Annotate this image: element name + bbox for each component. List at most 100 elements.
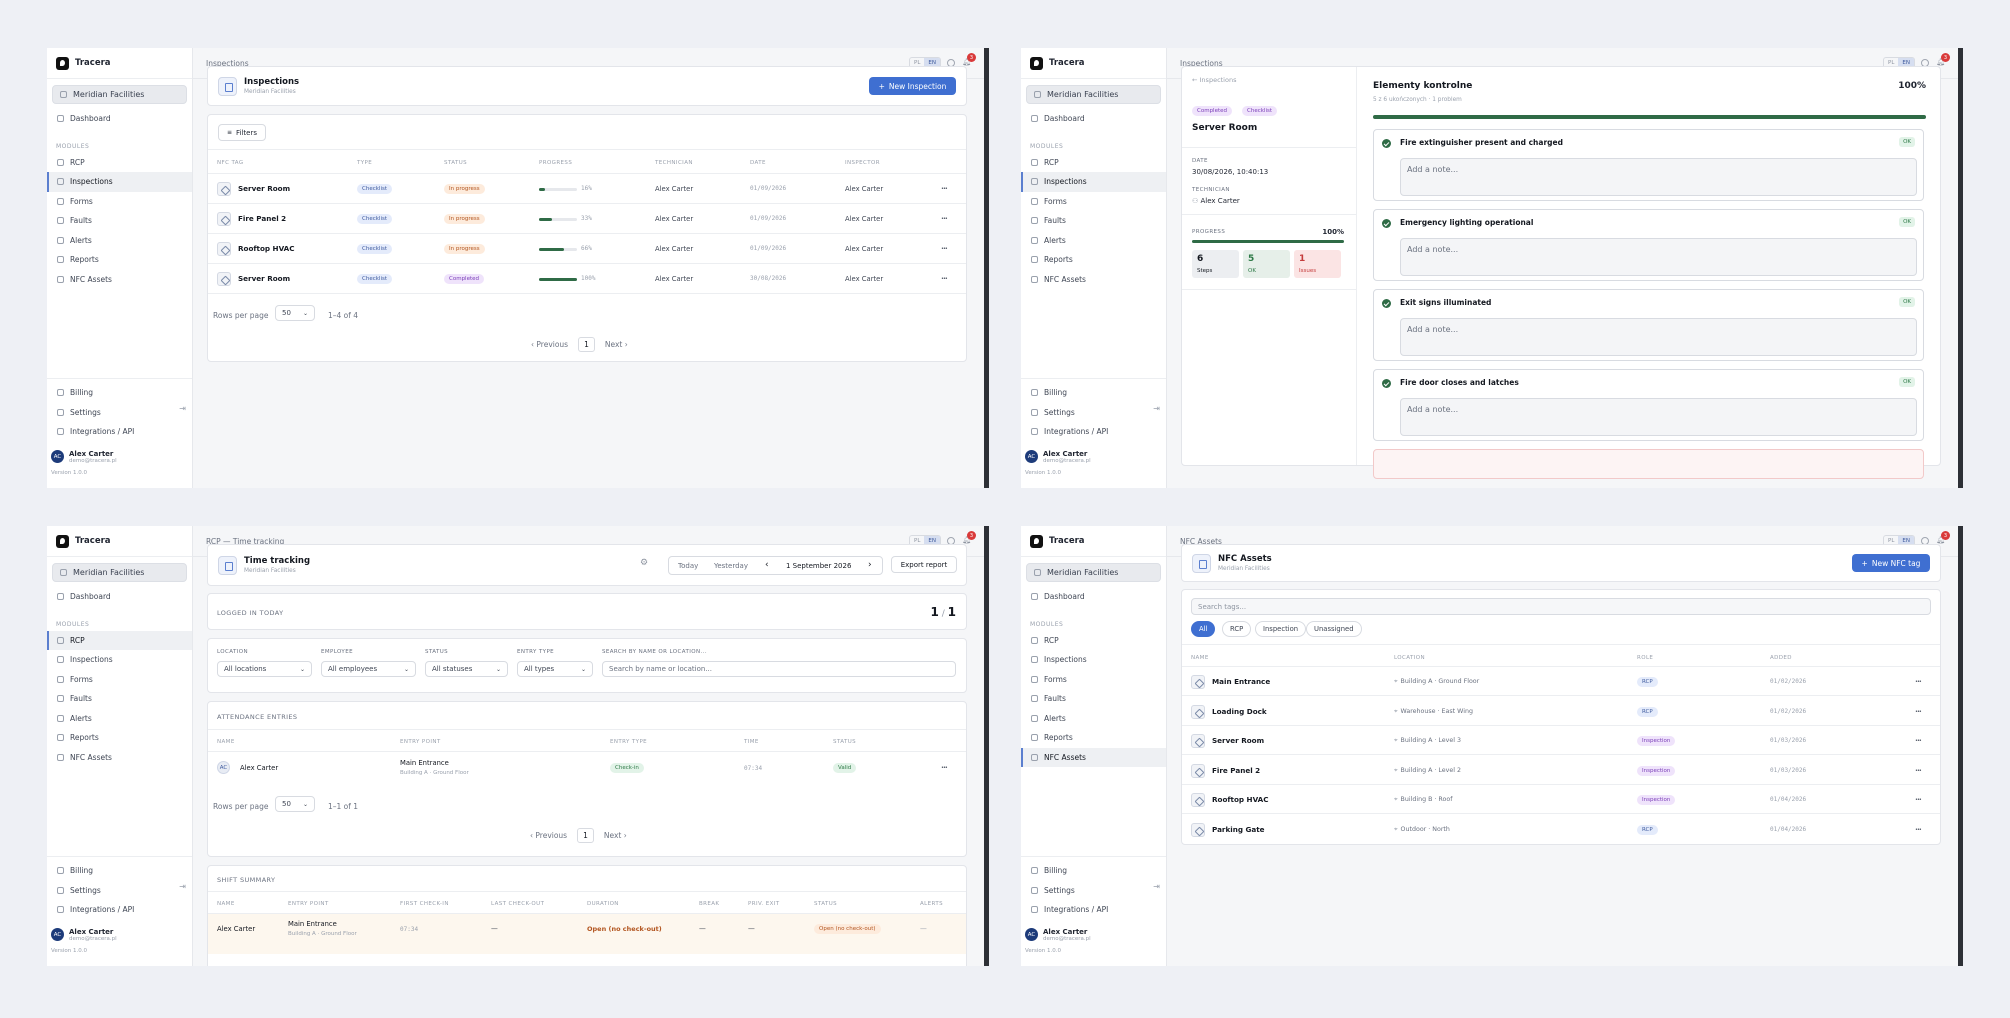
more-actions-icon[interactable]: ••• bbox=[1915, 679, 1922, 685]
more-actions-icon[interactable]: ••• bbox=[1915, 797, 1922, 803]
logo[interactable]: Tracera bbox=[1021, 48, 1166, 79]
table-row[interactable]: Server Room Checklist In progress 16% Alex C… bbox=[208, 174, 966, 204]
nav-faults[interactable]: Faults bbox=[47, 689, 192, 709]
more-actions-icon[interactable]: ••• bbox=[941, 216, 948, 222]
scrollbar[interactable] bbox=[1958, 48, 1963, 488]
nav-forms[interactable]: Forms bbox=[47, 192, 192, 212]
more-actions-icon[interactable]: ••• bbox=[1915, 827, 1922, 833]
nav-nfc-assets[interactable]: NFC Assets bbox=[1021, 270, 1166, 290]
nav-settings[interactable]: Settings bbox=[1021, 881, 1166, 901]
nav-reports[interactable]: Reports bbox=[1021, 728, 1166, 748]
nav-billing[interactable]: Billing bbox=[47, 383, 192, 403]
logout-icon[interactable]: ⇥ bbox=[1153, 882, 1160, 891]
scrollbar[interactable] bbox=[1958, 526, 1963, 966]
nav-nfc-assets[interactable]: NFC Assets bbox=[1021, 747, 1166, 767]
table-row[interactable]: Parking Gate ⌖ Outdoor · North RCP 01/04/202… bbox=[1182, 815, 1940, 844]
yesterday-button[interactable]: Yesterday bbox=[714, 562, 748, 570]
entry-type-select[interactable]: All types ⌄ bbox=[517, 661, 593, 677]
nav-reports[interactable]: Reports bbox=[1021, 250, 1166, 270]
organization-switcher[interactable]: Meridian Facilities bbox=[1026, 85, 1161, 104]
note-input[interactable]: Add a note... bbox=[1400, 158, 1917, 196]
note-input[interactable]: Add a note... bbox=[1400, 238, 1917, 276]
filter-chip-inspection[interactable]: Inspection bbox=[1255, 621, 1307, 637]
logo[interactable]: Tracera bbox=[47, 48, 192, 79]
user-profile[interactable]: AC Alex Carter demo@tracera.pl bbox=[1021, 920, 1166, 942]
scrollbar[interactable] bbox=[984, 526, 989, 966]
organization-switcher[interactable]: Meridian Facilities bbox=[52, 85, 187, 104]
nav-forms[interactable]: Forms bbox=[1021, 670, 1166, 690]
nav-inspections[interactable]: Inspections bbox=[47, 650, 192, 670]
filter-chip-rcp[interactable]: RCP bbox=[1222, 621, 1252, 637]
table-row[interactable]: AC Alex Carter Main Entrance Building A · G… bbox=[208, 752, 966, 786]
export-report-button[interactable]: Export report bbox=[891, 556, 957, 573]
nav-nfc-assets[interactable]: NFC Assets bbox=[47, 748, 192, 768]
table-row[interactable]: Fire Panel 2 ⌖ Building A · Level 2 Inspect… bbox=[1182, 756, 1940, 785]
employee-select[interactable]: All employees ⌄ bbox=[321, 661, 416, 677]
nav-billing[interactable]: Billing bbox=[1021, 383, 1166, 403]
filter-chip-all[interactable]: All bbox=[1191, 621, 1216, 637]
nav-integrations-api[interactable]: Integrations / API bbox=[1021, 422, 1166, 442]
chevron-right-icon[interactable]: › bbox=[868, 560, 872, 570]
nav-alerts[interactable]: Alerts bbox=[47, 231, 192, 251]
table-row[interactable]: Rooftop HVAC ⌖ Building B · Roof Inspection… bbox=[1182, 785, 1940, 814]
nav-rcp[interactable]: RCP bbox=[47, 630, 192, 650]
page-number[interactable]: 1 bbox=[577, 828, 594, 843]
more-actions-icon[interactable]: ••• bbox=[1915, 709, 1922, 715]
table-row[interactable]: Fire Panel 2 Checklist In progress 33% Alex … bbox=[208, 204, 966, 234]
settings-icon[interactable]: ⚙ bbox=[640, 558, 648, 568]
rows-per-page-select[interactable]: 50 ⌄ bbox=[275, 796, 315, 812]
nav-integrations-api[interactable]: Integrations / API bbox=[47, 900, 192, 920]
nav-inspections[interactable]: Inspections bbox=[1021, 650, 1166, 670]
search-tags-input[interactable]: Search tags... bbox=[1191, 598, 1931, 615]
new-inspection-button[interactable]: + New Inspection bbox=[869, 77, 956, 95]
nav-billing[interactable]: Billing bbox=[47, 861, 192, 881]
nav-faults[interactable]: Faults bbox=[1021, 689, 1166, 709]
back-link[interactable]: ← Inspections bbox=[1192, 76, 1236, 84]
nav-inspections[interactable]: Inspections bbox=[47, 172, 192, 192]
summary-row[interactable]: Alex Carter Main Entrance Building A · Gro… bbox=[208, 914, 966, 954]
note-input[interactable]: Add a note... bbox=[1400, 318, 1917, 356]
nav-dashboard[interactable]: Dashboard bbox=[1021, 587, 1166, 607]
nav-rcp[interactable]: RCP bbox=[1021, 153, 1166, 173]
more-actions-icon[interactable]: ••• bbox=[1915, 768, 1922, 774]
nav-alerts[interactable]: Alerts bbox=[1021, 709, 1166, 729]
table-row[interactable]: Main Entrance ⌖ Building A · Ground Floor R… bbox=[1182, 667, 1940, 696]
nav-settings[interactable]: Settings bbox=[47, 881, 192, 901]
more-actions-icon[interactable]: ••• bbox=[941, 246, 948, 252]
user-profile[interactable]: AC Alex Carter demo@tracera.pl bbox=[47, 442, 192, 464]
new-nfc-tag-button[interactable]: + New NFC tag bbox=[1852, 554, 1930, 572]
nav-faults[interactable]: Faults bbox=[1021, 211, 1166, 231]
organization-switcher[interactable]: Meridian Facilities bbox=[1026, 563, 1161, 582]
table-row[interactable]: Server Room Checklist Completed 100% Alex Ca… bbox=[208, 264, 966, 294]
organization-switcher[interactable]: Meridian Facilities bbox=[52, 563, 187, 582]
logout-icon[interactable]: ⇥ bbox=[179, 882, 186, 891]
nav-faults[interactable]: Faults bbox=[47, 211, 192, 231]
today-button[interactable]: Today bbox=[678, 562, 698, 570]
nav-billing[interactable]: Billing bbox=[1021, 861, 1166, 881]
previous-page-button[interactable]: ‹ Previous bbox=[531, 340, 568, 349]
logout-icon[interactable]: ⇥ bbox=[179, 404, 186, 413]
nav-forms[interactable]: Forms bbox=[47, 670, 192, 690]
page-number[interactable]: 1 bbox=[578, 337, 595, 352]
filter-chip-unassigned[interactable]: Unassigned bbox=[1306, 621, 1362, 637]
table-row[interactable]: Server Room ⌖ Building A · Level 3 Inspecti… bbox=[1182, 726, 1940, 755]
nav-rcp[interactable]: RCP bbox=[1021, 631, 1166, 651]
nav-alerts[interactable]: Alerts bbox=[1021, 231, 1166, 251]
more-actions-icon[interactable]: ••• bbox=[941, 765, 948, 771]
rows-per-page-select[interactable]: 50 ⌄ bbox=[275, 305, 315, 321]
more-actions-icon[interactable]: ••• bbox=[1915, 738, 1922, 744]
logo[interactable]: Tracera bbox=[47, 526, 192, 557]
nav-integrations-api[interactable]: Integrations / API bbox=[47, 422, 192, 442]
table-row[interactable]: Rooftop HVAC Checklist In progress 66% Alex … bbox=[208, 234, 966, 264]
nav-settings[interactable]: Settings bbox=[1021, 403, 1166, 423]
status-select[interactable]: All statuses ⌄ bbox=[425, 661, 508, 677]
previous-page-button[interactable]: ‹ Previous bbox=[530, 831, 567, 840]
chevron-left-icon[interactable]: ‹ bbox=[765, 560, 769, 570]
next-page-button[interactable]: Next › bbox=[605, 340, 628, 349]
nav-dashboard[interactable]: Dashboard bbox=[47, 587, 192, 607]
nav-nfc-assets[interactable]: NFC Assets bbox=[47, 270, 192, 290]
table-row[interactable]: Loading Dock ⌖ Warehouse · East Wing RCP 01/… bbox=[1182, 697, 1940, 726]
search-input[interactable]: Search by name or location... bbox=[602, 661, 956, 677]
nav-alerts[interactable]: Alerts bbox=[47, 709, 192, 729]
note-input[interactable]: Add a note... bbox=[1400, 398, 1917, 436]
